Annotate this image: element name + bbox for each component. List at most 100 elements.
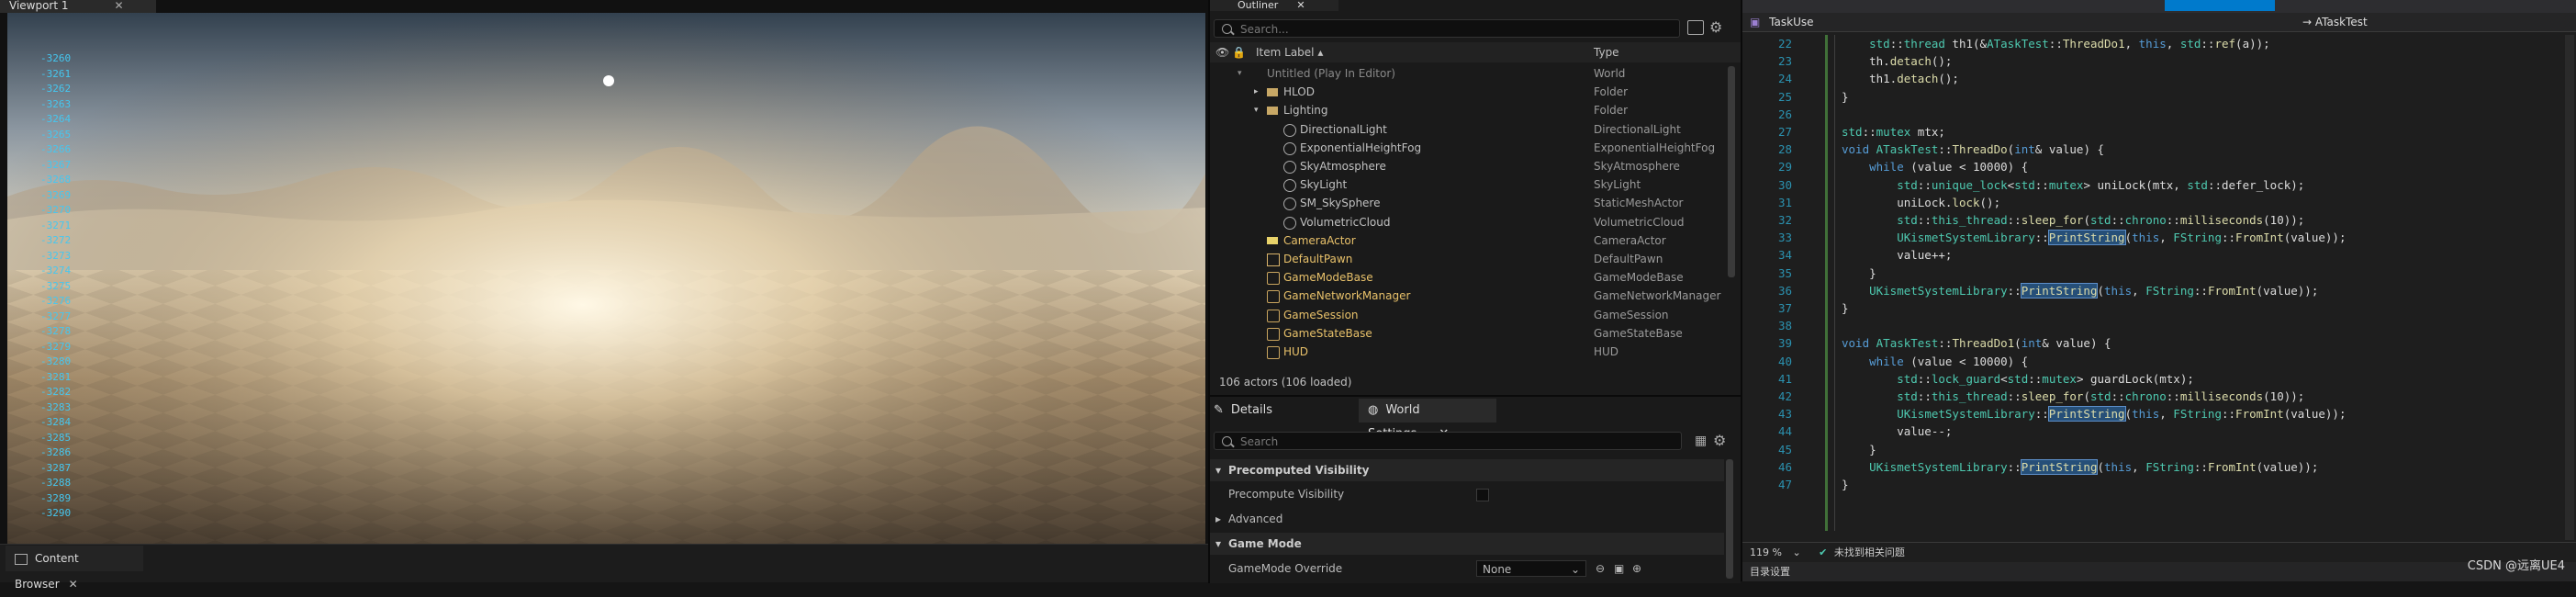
col-type[interactable]: Type bbox=[1594, 42, 1619, 62]
code-text: UKismetSystemLibrary::PrintString(this, … bbox=[1897, 406, 2346, 422]
tab-details[interactable]: ✎ Details bbox=[1214, 399, 1324, 422]
close-icon[interactable]: ✕ bbox=[115, 0, 124, 12]
file-scope-dropdown[interactable]: TaskUse bbox=[1769, 16, 1813, 28]
code-line[interactable]: 32 std::this_thread::sleep_for(std::chro… bbox=[1742, 211, 2576, 229]
browse-folder-icon[interactable]: ▣ bbox=[1614, 558, 1624, 580]
outliner-row[interactable]: VolumetricCloud VolumetricCloud bbox=[1210, 213, 1731, 231]
globe-icon: ◍ bbox=[1368, 403, 1379, 417]
code-line[interactable]: 24 th1.detach(); bbox=[1742, 70, 2576, 87]
outliner-row[interactable]: GameNetworkManager GameNetworkManager bbox=[1210, 287, 1731, 305]
code-line[interactable]: 27 std::mutex mtx; bbox=[1742, 123, 2576, 141]
outliner-row[interactable]: ▾ Untitled (Play In Editor) World bbox=[1210, 64, 1731, 83]
game-mode-dropdown[interactable]: None ⌄ bbox=[1476, 560, 1586, 577]
expand-arrow-icon[interactable]: ▾ bbox=[1254, 101, 1259, 119]
lock-icon[interactable]: 🔒 bbox=[1232, 42, 1246, 62]
active-file-tab[interactable] bbox=[2165, 0, 2275, 11]
line-number: 40 bbox=[1777, 354, 1792, 368]
gear-icon[interactable]: ⚙ bbox=[1709, 18, 1722, 36]
code-line[interactable]: 33 UKismetSystemLibrary::PrintString(thi… bbox=[1742, 229, 2576, 246]
actor-icon bbox=[1267, 346, 1280, 359]
outliner-row[interactable]: ▸ HLOD Folder bbox=[1210, 83, 1731, 101]
outliner-row[interactable]: ▾ Lighting Folder bbox=[1210, 101, 1731, 119]
code-line[interactable]: 28 void ATaskTest::ThreadDo(int& value) { bbox=[1742, 141, 2576, 158]
check-icon: ✔ bbox=[1819, 546, 1828, 558]
code-line[interactable]: 36 UKismetSystemLibrary::PrintString(thi… bbox=[1742, 282, 2576, 299]
details-scrollbar[interactable] bbox=[1726, 459, 1733, 579]
code-text: while (value < 10000) { bbox=[1869, 354, 2029, 368]
line-number: 37 bbox=[1777, 301, 1792, 315]
code-line[interactable]: 23 th.detach(); bbox=[1742, 52, 2576, 70]
code-line[interactable]: 47} bbox=[1742, 476, 2576, 493]
table-view-icon[interactable]: ▦ bbox=[1695, 434, 1707, 448]
outliner-row[interactable]: SkyAtmosphere SkyAtmosphere bbox=[1210, 157, 1731, 175]
outliner-row[interactable]: SkyLight SkyLight bbox=[1210, 175, 1731, 194]
code-line[interactable]: 41 std::lock_guard<std::mutex> guardLock… bbox=[1742, 370, 2576, 388]
code-line[interactable]: 30 std::unique_lock<std::mutex> uniLock(… bbox=[1742, 176, 2576, 194]
line-number: 25 bbox=[1777, 89, 1792, 104]
outliner-row[interactable]: CameraActor CameraActor bbox=[1210, 231, 1731, 250]
code-line[interactable]: 26 bbox=[1742, 106, 2576, 123]
gear-icon[interactable]: ⚙ bbox=[1713, 432, 1726, 449]
code-line[interactable]: 43 UKismetSystemLibrary::PrintString(thi… bbox=[1742, 405, 2576, 422]
code-line[interactable]: 38 bbox=[1742, 317, 2576, 334]
section-game-mode[interactable]: ▾ Game Mode bbox=[1210, 533, 1724, 555]
outliner-row[interactable]: SM_SkySphere StaticMeshActor bbox=[1210, 194, 1731, 212]
section-advanced[interactable]: ▸ Advanced bbox=[1210, 508, 1724, 530]
outliner-search-input[interactable]: Search... bbox=[1214, 19, 1680, 38]
member-scope-dropdown[interactable]: → ATaskTest bbox=[2302, 13, 2368, 31]
sphere-icon bbox=[1283, 197, 1296, 211]
log-line: -3271 bbox=[40, 219, 72, 231]
code-line[interactable]: 35 } bbox=[1742, 265, 2576, 282]
outliner-row[interactable]: DefaultPawn DefaultPawn bbox=[1210, 250, 1731, 268]
outliner-row[interactable]: GameModeBase GameModeBase bbox=[1210, 268, 1731, 287]
outliner-row[interactable]: DirectionalLight DirectionalLight bbox=[1210, 120, 1731, 139]
outliner-tab[interactable]: Outliner ✕ bbox=[1210, 0, 1338, 11]
code-line[interactable]: 44 value--; bbox=[1742, 422, 2576, 440]
line-number: 39 bbox=[1777, 336, 1792, 351]
code-text: std::this_thread::sleep_for(std::chrono:… bbox=[1897, 389, 2305, 403]
code-line[interactable]: 31 uniLock.lock(); bbox=[1742, 194, 2576, 211]
col-item-label[interactable]: Item Label ▴ bbox=[1256, 42, 1323, 62]
outliner-header: 👁 🔒 Item Label ▴ Type bbox=[1210, 42, 1741, 62]
code-text: while (value < 10000) { bbox=[1869, 160, 2029, 175]
chevron-down-icon[interactable]: ⌄ bbox=[1792, 546, 1800, 558]
code-text: UKismetSystemLibrary::PrintString(this, … bbox=[1897, 230, 2346, 246]
code-line[interactable]: 22 std::thread th1(&ATaskTest::ThreadDo1… bbox=[1742, 35, 2576, 52]
code-line[interactable]: 40 while (value < 10000) { bbox=[1742, 353, 2576, 370]
viewport-scene[interactable] bbox=[7, 13, 1205, 544]
zoom-level[interactable]: 119 % bbox=[1750, 546, 1782, 558]
outliner-scrollbar[interactable] bbox=[1728, 66, 1735, 277]
code-text: } bbox=[1842, 442, 1876, 456]
actor-count: 106 actors (106 loaded) bbox=[1219, 376, 1352, 389]
details-search-input[interactable]: Search bbox=[1214, 432, 1682, 450]
code-line[interactable]: 45 } bbox=[1742, 441, 2576, 458]
outliner-row-label: Lighting bbox=[1283, 104, 1328, 118]
code-line[interactable]: 25} bbox=[1742, 88, 2576, 106]
code-line[interactable]: 46 UKismetSystemLibrary::PrintString(thi… bbox=[1742, 458, 2576, 476]
outliner-row[interactable]: HUD HUD bbox=[1210, 343, 1731, 361]
code-line[interactable]: 39 void ATaskTest::ThreadDo1(int& value) … bbox=[1742, 334, 2576, 352]
close-icon[interactable]: ✕ bbox=[69, 578, 78, 591]
expand-arrow-icon[interactable]: ▾ bbox=[1238, 64, 1242, 83]
add-folder-icon[interactable] bbox=[1687, 20, 1704, 35]
outliner-row[interactable]: GameSession GameSession bbox=[1210, 306, 1731, 324]
outliner-row[interactable]: ExponentialHeightFog ExponentialHeightFog bbox=[1210, 139, 1731, 157]
section-precomputed-visibility[interactable]: ▾ Precomputed Visibility bbox=[1210, 459, 1724, 481]
close-icon[interactable]: ✕ bbox=[1296, 0, 1305, 11]
eye-icon[interactable]: 👁 bbox=[1215, 42, 1229, 62]
issues-status[interactable]: 未找到相关问题 bbox=[1834, 546, 1905, 558]
viewport-tab[interactable]: Viewport 1 ✕ bbox=[0, 0, 156, 13]
content-browser-tab[interactable]: Content Browser ✕ bbox=[6, 546, 143, 591]
tab-world-settings[interactable]: ◍World Settings✕ bbox=[1359, 399, 1496, 441]
add-icon[interactable]: ⊕ bbox=[1632, 558, 1641, 580]
code-line[interactable]: 29 while (value < 10000) { bbox=[1742, 158, 2576, 175]
expand-arrow-icon[interactable]: ▸ bbox=[1254, 83, 1259, 101]
editor-scrollbar[interactable] bbox=[2565, 35, 2574, 540]
outliner-row[interactable]: GameStateBase GameStateBase bbox=[1210, 324, 1731, 343]
line-number: 41 bbox=[1777, 371, 1792, 386]
code-line[interactable]: 37} bbox=[1742, 299, 2576, 317]
precompute-checkbox[interactable] bbox=[1476, 489, 1489, 501]
code-line[interactable]: 42 std::this_thread::sleep_for(std::chro… bbox=[1742, 388, 2576, 405]
browse-back-icon[interactable]: ⊖ bbox=[1596, 558, 1605, 580]
code-line[interactable]: 34 value++; bbox=[1742, 246, 2576, 264]
